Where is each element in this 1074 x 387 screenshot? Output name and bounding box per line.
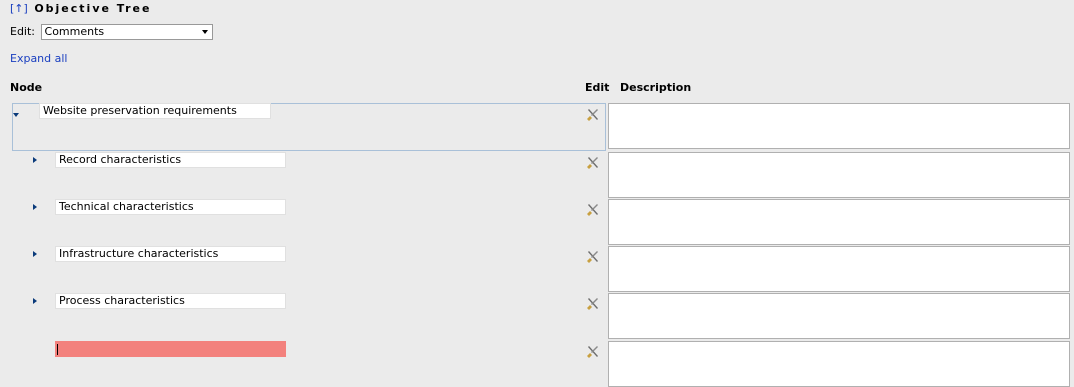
triangle-right-icon[interactable] [33, 204, 37, 210]
tools-icon[interactable] [586, 250, 600, 264]
description-field[interactable] [608, 152, 1070, 198]
tools-icon[interactable] [586, 345, 600, 359]
triangle-down-icon[interactable] [13, 113, 19, 117]
node-name-input[interactable]: Infrastructure characteristics [55, 246, 286, 262]
triangle-right-icon[interactable] [33, 157, 37, 163]
node-name-text: Technical characteristics [59, 200, 194, 213]
tools-icon[interactable] [586, 156, 600, 170]
column-header-node: Node [10, 81, 43, 94]
description-field[interactable] [608, 199, 1070, 245]
edit-mode-select[interactable]: Comments [40, 24, 213, 40]
new-node-input[interactable] [55, 341, 286, 357]
node-name-input[interactable]: Process characteristics [55, 293, 286, 309]
tools-icon[interactable] [586, 203, 600, 217]
description-field[interactable] [608, 246, 1070, 292]
edit-mode-label: Edit: [10, 25, 36, 38]
up-link[interactable]: [↑] [10, 2, 28, 15]
description-field[interactable] [608, 103, 1070, 149]
column-header-edit: Edit [585, 81, 610, 94]
node-name-input[interactable]: Technical characteristics [55, 199, 286, 215]
triangle-right-icon[interactable] [33, 298, 37, 304]
node-name-text: Infrastructure characteristics [59, 247, 219, 260]
node-name-text: Website preservation requirements [43, 104, 237, 117]
node-name-input[interactable]: Record characteristics [55, 152, 286, 168]
text-cursor [57, 344, 58, 355]
edit-mode-selected-value: Comments [44, 25, 105, 38]
expand-all-link[interactable]: Expand all [10, 52, 68, 65]
description-field[interactable] [608, 293, 1070, 339]
node-name-input[interactable]: Website preservation requirements [39, 103, 271, 119]
triangle-right-icon[interactable] [33, 251, 37, 257]
objective-tree-header: [↑] Objective Tree [10, 2, 151, 16]
tools-icon[interactable] [586, 108, 600, 122]
description-field[interactable] [608, 341, 1070, 387]
node-name-text: Record characteristics [59, 153, 182, 166]
chevron-down-icon [201, 30, 208, 34]
page-title: Objective Tree [34, 2, 152, 15]
column-header-description: Description [620, 81, 692, 94]
tools-icon[interactable] [586, 297, 600, 311]
edit-mode-row: Edit: Comments [10, 22, 213, 42]
node-name-text: Process characteristics [59, 294, 185, 307]
